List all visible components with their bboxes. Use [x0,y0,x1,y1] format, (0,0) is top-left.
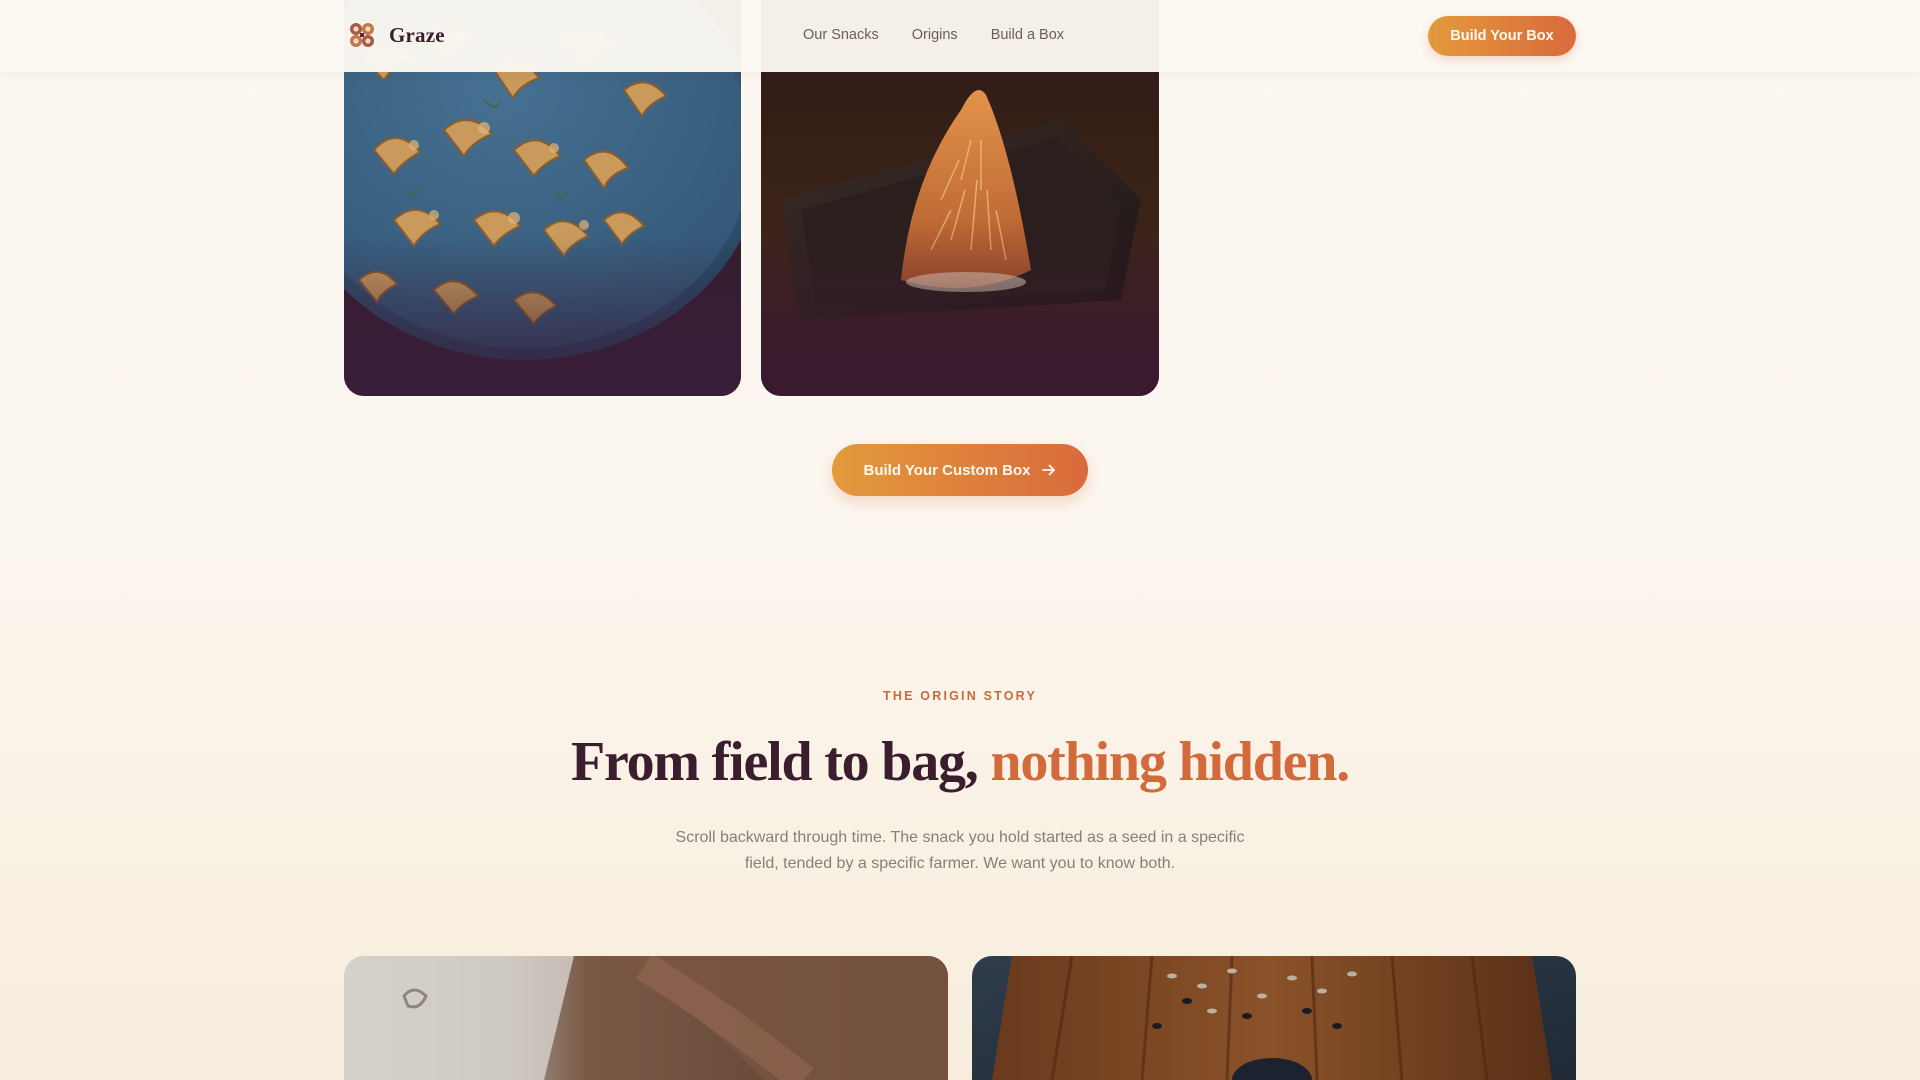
build-your-box-button[interactable]: Build Your Box [1428,16,1576,56]
farmer-photo [344,956,948,1080]
brand-name: Graze [389,22,445,47]
build-custom-box-button[interactable]: Build Your Custom Box [832,444,1088,496]
origin-headline-main: From field to bag, [570,731,991,793]
origin-eyebrow: THE ORIGIN STORY [883,689,1037,703]
origin-headline: From field to bag, nothing hidden. [0,728,1920,796]
brand-logo[interactable]: Graze [349,22,445,48]
seeds-board-image [972,956,1576,1080]
nav-link-build-a-box[interactable]: Build a Box [991,27,1064,43]
nav-link-origins[interactable]: Origins [912,27,958,43]
nav-link-our-snacks[interactable]: Our Snacks [803,27,879,43]
build-custom-box-label: Build Your Custom Box [863,461,1031,479]
site-header: Graze Our Snacks Origins Build a Box Bui… [0,0,1920,72]
origin-body: Scroll backward through time. The snack … [675,829,1245,872]
clover-pattern-icon [350,23,374,47]
main-nav: Our Snacks Origins Build a Box [803,27,1064,43]
seeds-photo [972,956,1576,1080]
farmer-image [344,956,948,1080]
arrow-right-icon [1042,464,1056,476]
origin-headline-accent: nothing hidden. [990,731,1350,793]
